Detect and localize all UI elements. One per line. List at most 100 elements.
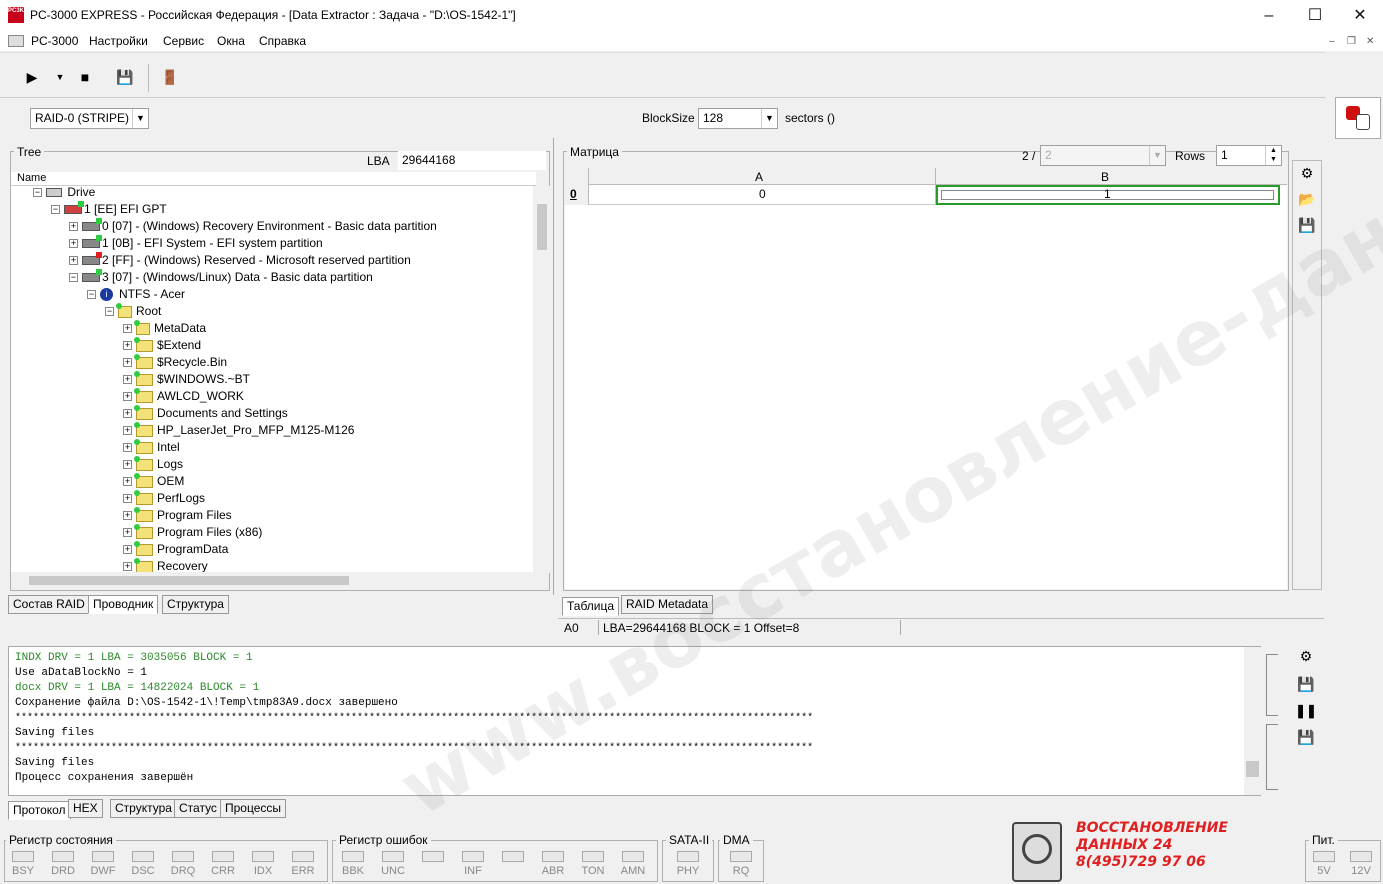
blocksize-select[interactable]: 128 ▼ — [698, 108, 778, 129]
tab-processes[interactable]: Процессы — [220, 799, 287, 818]
menu-pc3000[interactable]: PC-3000 — [31, 34, 78, 48]
tab-status[interactable]: Статус — [174, 799, 222, 818]
tree-node-folder[interactable]: + HP_LaserJet_Pro_MFP_M125-M126 — [123, 421, 354, 439]
tree-node-folder[interactable]: + Intel — [123, 438, 180, 456]
close-icon[interactable]: ✕ — [1337, 0, 1383, 31]
log-export-icon[interactable]: 💾 — [1294, 729, 1318, 751]
save-icon[interactable]: 💾 — [1296, 217, 1318, 239]
tree-node-folder[interactable]: + ProgramData — [123, 540, 228, 558]
collapse-icon[interactable]: − — [87, 290, 96, 300]
tree-vscroll[interactable] — [533, 186, 550, 573]
exit-icon[interactable]: 🚪 — [160, 66, 180, 88]
tab-hex[interactable]: HEX — [68, 799, 103, 818]
tree-node-partition-1[interactable]: +1 [0B] - EFI System - EFI system partit… — [69, 235, 323, 252]
tree-hscroll-thumb[interactable] — [29, 576, 349, 585]
tab-structure[interactable]: Структура — [162, 595, 229, 614]
expand-icon[interactable]: + — [123, 460, 132, 470]
log-vscroll[interactable] — [1244, 647, 1261, 795]
gear-icon[interactable]: ⚙ — [1296, 165, 1318, 187]
tree-node-folder[interactable]: + Logs — [123, 455, 183, 473]
stop-icon[interactable]: ■ — [75, 66, 95, 88]
rows-spinner[interactable]: 1 ▲ ▼ — [1216, 145, 1282, 166]
play-icon[interactable]: ▶ — [22, 66, 42, 88]
tab-protocol[interactable]: Протокол — [8, 801, 71, 820]
tab-raid-composition[interactable]: Состав RAID — [8, 595, 90, 614]
mdi-close-icon[interactable]: ✕ — [1366, 36, 1374, 47]
side-panel-button[interactable] — [1335, 97, 1381, 139]
tab-table[interactable]: Таблица — [562, 597, 620, 616]
raid-type-select[interactable]: RAID-0 (STRIPE) ▼ — [30, 108, 149, 129]
expand-icon[interactable]: + — [123, 324, 132, 334]
log-save-icon[interactable]: 💾 — [1294, 676, 1318, 698]
tree-node-folder[interactable]: + PerfLogs — [123, 489, 205, 507]
tree-node-folder[interactable]: + $Extend — [123, 336, 201, 354]
tree-node-folder[interactable]: + $WINDOWS.~BT — [123, 370, 250, 388]
tree-node-partition-3[interactable]: − 3 [07] - (Windows/Linux) Data - Basic d… — [69, 269, 373, 286]
expand-icon[interactable]: + — [69, 239, 78, 249]
expand-icon[interactable]: + — [123, 477, 132, 487]
expand-icon[interactable]: + — [123, 426, 132, 436]
column-name[interactable]: Name — [17, 172, 46, 184]
tree-node-gpt[interactable]: − 1 [EE] EFI GPT — [51, 201, 167, 218]
collapse-icon[interactable]: − — [51, 205, 60, 215]
expand-icon[interactable]: + — [123, 392, 132, 402]
tree-node-partition-2[interactable]: +2 [FF] - (Windows) Reserved - Microsoft… — [69, 252, 411, 269]
expand-icon[interactable]: + — [123, 494, 132, 504]
minimize-icon[interactable]: – — [1246, 0, 1292, 31]
expand-icon[interactable]: + — [123, 375, 132, 385]
play-dropdown-icon[interactable]: ▼ — [50, 66, 70, 88]
row-header-0[interactable]: 0 — [570, 187, 577, 201]
tree-node-folder[interactable]: + Recovery — [123, 557, 208, 573]
expand-icon[interactable]: + — [69, 222, 78, 232]
tree-node-folder[interactable]: + MetaData — [123, 319, 206, 337]
tree-node-folder[interactable]: + $Recycle.Bin — [123, 353, 227, 371]
mdi-minimize-icon[interactable]: – — [1329, 36, 1335, 47]
save-icon[interactable]: 💾 — [115, 66, 135, 88]
tree-node-folder[interactable]: + Program Files (x86) — [123, 523, 262, 541]
lba-field[interactable]: 29644168 — [398, 151, 546, 170]
tree-node-ntfs[interactable]: − i NTFS - Acer — [87, 286, 185, 303]
collapse-icon[interactable]: − — [105, 307, 114, 317]
log-vscroll-thumb[interactable] — [1246, 761, 1259, 777]
log-settings-icon[interactable]: ⚙ — [1294, 648, 1318, 670]
expand-icon[interactable]: + — [69, 256, 78, 266]
tree-node-drive[interactable]: − Drive — [33, 186, 95, 201]
tab-log-structure[interactable]: Структура — [110, 799, 177, 818]
expand-icon[interactable]: + — [123, 545, 132, 555]
expand-icon[interactable]: + — [123, 511, 132, 521]
expand-icon[interactable]: + — [123, 443, 132, 453]
page-select[interactable]: 2 ▼ — [1040, 145, 1166, 166]
tree-node-folder[interactable]: + OEM — [123, 472, 184, 490]
collapse-icon[interactable]: − — [33, 188, 42, 198]
tab-explorer[interactable]: Проводник — [88, 595, 159, 614]
expand-icon[interactable]: + — [123, 528, 132, 538]
expand-icon[interactable]: + — [123, 562, 132, 572]
folder-open-icon[interactable]: 📂 — [1296, 191, 1318, 213]
menu-service[interactable]: Сервис — [163, 34, 204, 48]
expand-icon[interactable]: + — [123, 341, 132, 351]
mdi-restore-icon[interactable]: ❐ — [1347, 36, 1356, 47]
expand-icon[interactable]: + — [123, 409, 132, 419]
log-side-slider[interactable] — [1264, 652, 1280, 792]
column-header-a[interactable]: A — [755, 170, 763, 184]
menu-help[interactable]: Справка — [259, 34, 306, 48]
tab-raid-metadata[interactable]: RAID Metadata — [621, 595, 714, 614]
tree-node-partition-0[interactable]: +0 [07] - (Windows) Recovery Environment… — [69, 218, 437, 235]
cell-a0[interactable]: 0 — [589, 185, 935, 205]
pause-icon[interactable]: ❚❚ — [1294, 703, 1318, 725]
column-header-b[interactable]: B — [1101, 170, 1109, 184]
menu-windows[interactable]: Окна — [217, 34, 245, 48]
tree-node-folder[interactable]: + Program Files — [123, 506, 232, 524]
tree-node-root[interactable]: − Root — [105, 302, 161, 320]
tree-hscroll[interactable] — [11, 572, 533, 589]
maximize-icon[interactable]: ☐ — [1292, 0, 1338, 31]
tree-vscroll-thumb[interactable] — [537, 204, 547, 250]
spinner-arrows-icon[interactable]: ▲ ▼ — [1265, 146, 1281, 165]
tree-node-folder[interactable]: + AWLCD_WORK — [123, 387, 244, 405]
menu-settings[interactable]: Настройки — [89, 34, 148, 48]
cell-b0[interactable]: 1 — [936, 185, 1280, 205]
collapse-icon[interactable]: − — [69, 273, 78, 283]
led-blank — [502, 851, 524, 862]
expand-icon[interactable]: + — [123, 358, 132, 368]
tree-node-folder[interactable]: + Documents and Settings — [123, 404, 288, 422]
